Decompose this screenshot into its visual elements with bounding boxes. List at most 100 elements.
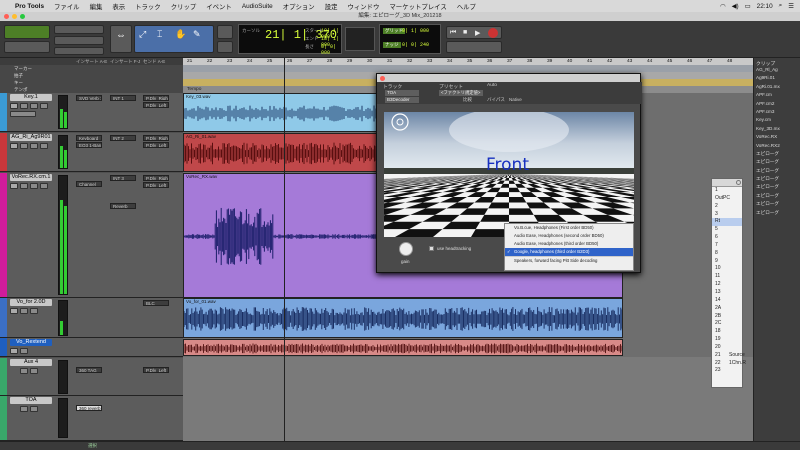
record-button[interactable] — [10, 143, 18, 149]
insert-selector[interactable]: B3Decoder — [385, 97, 419, 103]
menu-event[interactable]: イベント — [201, 2, 237, 11]
solo-button[interactable] — [20, 368, 28, 374]
insert-slot[interactable]: Keyboard — [76, 135, 102, 141]
output-option[interactable]: 9 — [712, 258, 742, 266]
clip-list-item[interactable]: エピローグ — [756, 201, 800, 209]
send-slot[interactable]: P.Dly_Right — [143, 135, 169, 141]
clip-list-item[interactable]: エピローグ — [756, 159, 800, 167]
insert-slot[interactable]: INT 1 — [110, 95, 136, 101]
clip-vo-for[interactable]: Vo_for_01.wav — [183, 298, 623, 338]
send-slot[interactable]: P.Dly_Left — [143, 142, 169, 148]
menu-setup[interactable]: 設定 — [320, 2, 343, 11]
track-name[interactable]: Vo_Rextend — [10, 339, 52, 346]
clip-list-item[interactable]: APF.cm2 — [756, 101, 800, 109]
output-option[interactable]: 2C — [712, 320, 742, 328]
solo-button[interactable] — [20, 143, 28, 149]
compare-button[interactable]: 比較 — [463, 97, 472, 103]
solo-button[interactable] — [20, 308, 28, 314]
insert-slot[interactable]: 360 reverb — [76, 405, 102, 411]
playhead-cursor[interactable] — [284, 58, 285, 441]
clip-list-item[interactable]: AG_Rl_Ag — [756, 67, 800, 75]
trim-tool[interactable]: ⇔ — [110, 25, 132, 53]
output-option[interactable]: Rt — [712, 218, 742, 227]
clip-list-item[interactable]: エピローグ — [756, 176, 800, 184]
output-option[interactable]: 2A — [712, 305, 742, 313]
clip-list-item[interactable]: エピローグ — [756, 184, 800, 192]
plugin-close-icon[interactable] — [380, 75, 385, 81]
nudge-label[interactable]: ナッジ — [383, 42, 401, 48]
menu-window[interactable]: ウィンドウ — [342, 2, 384, 11]
nudge-value[interactable]: 0| 0| 240 — [402, 42, 429, 48]
output-option[interactable]: 20 — [712, 344, 742, 352]
solo-button[interactable] — [20, 183, 28, 189]
clip-list-item[interactable]: Key.cm — [756, 117, 800, 125]
output-option[interactable]: 5 — [712, 226, 742, 234]
output-option[interactable]: OutPC — [712, 195, 742, 203]
output-option[interactable]: 18 — [712, 328, 742, 336]
output-option[interactable]: 1 — [712, 187, 742, 195]
output-option[interactable]: 2 — [712, 203, 742, 211]
output-option[interactable]: 19 — [712, 336, 742, 344]
preset-selector[interactable]: <ファクトリ規定値> — [439, 90, 483, 96]
rewind-icon[interactable]: ⏮ — [450, 29, 456, 37]
search-icon[interactable]: ⌕ — [779, 2, 783, 10]
menu-file[interactable]: ファイル — [49, 2, 85, 11]
grabber-tool-icon[interactable]: ✋ — [175, 29, 186, 40]
output-option[interactable]: 13 — [712, 289, 742, 297]
main-counter[interactable]: カーソル 21| 1| 370 スタート 18| 1| 000 エンド 18| … — [238, 24, 342, 56]
bypass-button[interactable]: バイパス — [487, 97, 505, 103]
output-option[interactable]: 12 — [712, 281, 742, 289]
menu-view[interactable]: 表示 — [107, 2, 130, 11]
input-monitor-button[interactable] — [40, 183, 48, 189]
decoder-option[interactable]: Audio Ease, Headphones (third order BD50… — [505, 240, 633, 248]
gain-knob[interactable] — [399, 242, 413, 256]
record-button[interactable] — [10, 183, 18, 189]
clip-list-item[interactable]: エピローグ — [756, 151, 800, 159]
preroll-panel[interactable] — [345, 27, 375, 51]
record-icon[interactable] — [488, 28, 498, 38]
insert-slot[interactable]: EQ3 1-Band — [76, 142, 102, 148]
clip-list-item[interactable]: エピローグ — [756, 210, 800, 218]
play-icon[interactable]: ▶ — [475, 29, 480, 37]
input-monitor-button[interactable] — [40, 103, 48, 109]
output-option[interactable]: 11 — [712, 273, 742, 281]
zoom-window-icon[interactable] — [20, 14, 25, 19]
mode-selector[interactable] — [4, 25, 50, 39]
input-monitor-button[interactable] — [40, 143, 48, 149]
track-name[interactable]: Vo_for 2.0D — [10, 299, 52, 306]
clip-list-item[interactable]: APF.cm3 — [756, 109, 800, 117]
mute-button[interactable] — [30, 183, 38, 189]
zoom-presets[interactable] — [54, 25, 104, 34]
track-toa[interactable]: TOA 360 reverb — [0, 396, 183, 441]
solo-button[interactable] — [20, 406, 28, 412]
zoom-buttons[interactable] — [54, 36, 104, 45]
clip-list-item[interactable]: Ag9Ri.01 — [756, 75, 800, 83]
track-name[interactable]: Key.1 — [10, 94, 52, 101]
menu-edit[interactable]: 編集 — [85, 2, 108, 11]
track-aux4[interactable]: Aux 4 360 TAG P.Dly_Left — [0, 358, 183, 396]
menu-marketplace[interactable]: マーケットプレイス — [384, 2, 451, 11]
send-slot[interactable]: P.Dly_Right — [143, 95, 169, 101]
volume-icon[interactable]: ◀) — [732, 2, 739, 10]
markers-ruler[interactable] — [183, 65, 753, 72]
mute-button[interactable] — [30, 308, 38, 314]
record-button[interactable] — [10, 103, 18, 109]
track-vorec[interactable]: VoRec.RX.cm.1 Channel INT 3 P.Dly_Right … — [0, 173, 183, 298]
menu-track[interactable]: トラック — [130, 2, 166, 11]
send-slot[interactable]: P.Dly_Left — [143, 367, 169, 373]
grid-value[interactable]: 0| 1| 000 — [402, 28, 429, 34]
zoom-toggle[interactable] — [54, 47, 104, 55]
decoder-option[interactable]: Audio Ease, Headphones (second order BD5… — [505, 232, 633, 240]
aux-lanes[interactable] — [183, 357, 753, 441]
decoder-option[interactable]: Vo.B.cue, Headphones (First order BD50) — [505, 224, 633, 232]
menu-options[interactable]: オプション — [278, 2, 320, 11]
output-option[interactable]: 7 — [712, 242, 742, 250]
minimize-window-icon[interactable] — [12, 14, 17, 19]
headtracking-viewport[interactable]: Front — [384, 112, 634, 237]
output-option[interactable]: 10 — [712, 265, 742, 273]
clip-vo-rex[interactable] — [183, 339, 623, 356]
send-slot[interactable]: P.Dly_Left — [143, 102, 169, 108]
clip-list-item[interactable]: VoRec.RX2 — [756, 143, 800, 151]
decoder-option-selected[interactable]: ✓ Google, headphones (third order B2D3) — [505, 248, 633, 256]
track-key1[interactable]: Key.1 SVD Verb 1 INT 1 P.Dly_Right P.Dly… — [0, 93, 183, 132]
